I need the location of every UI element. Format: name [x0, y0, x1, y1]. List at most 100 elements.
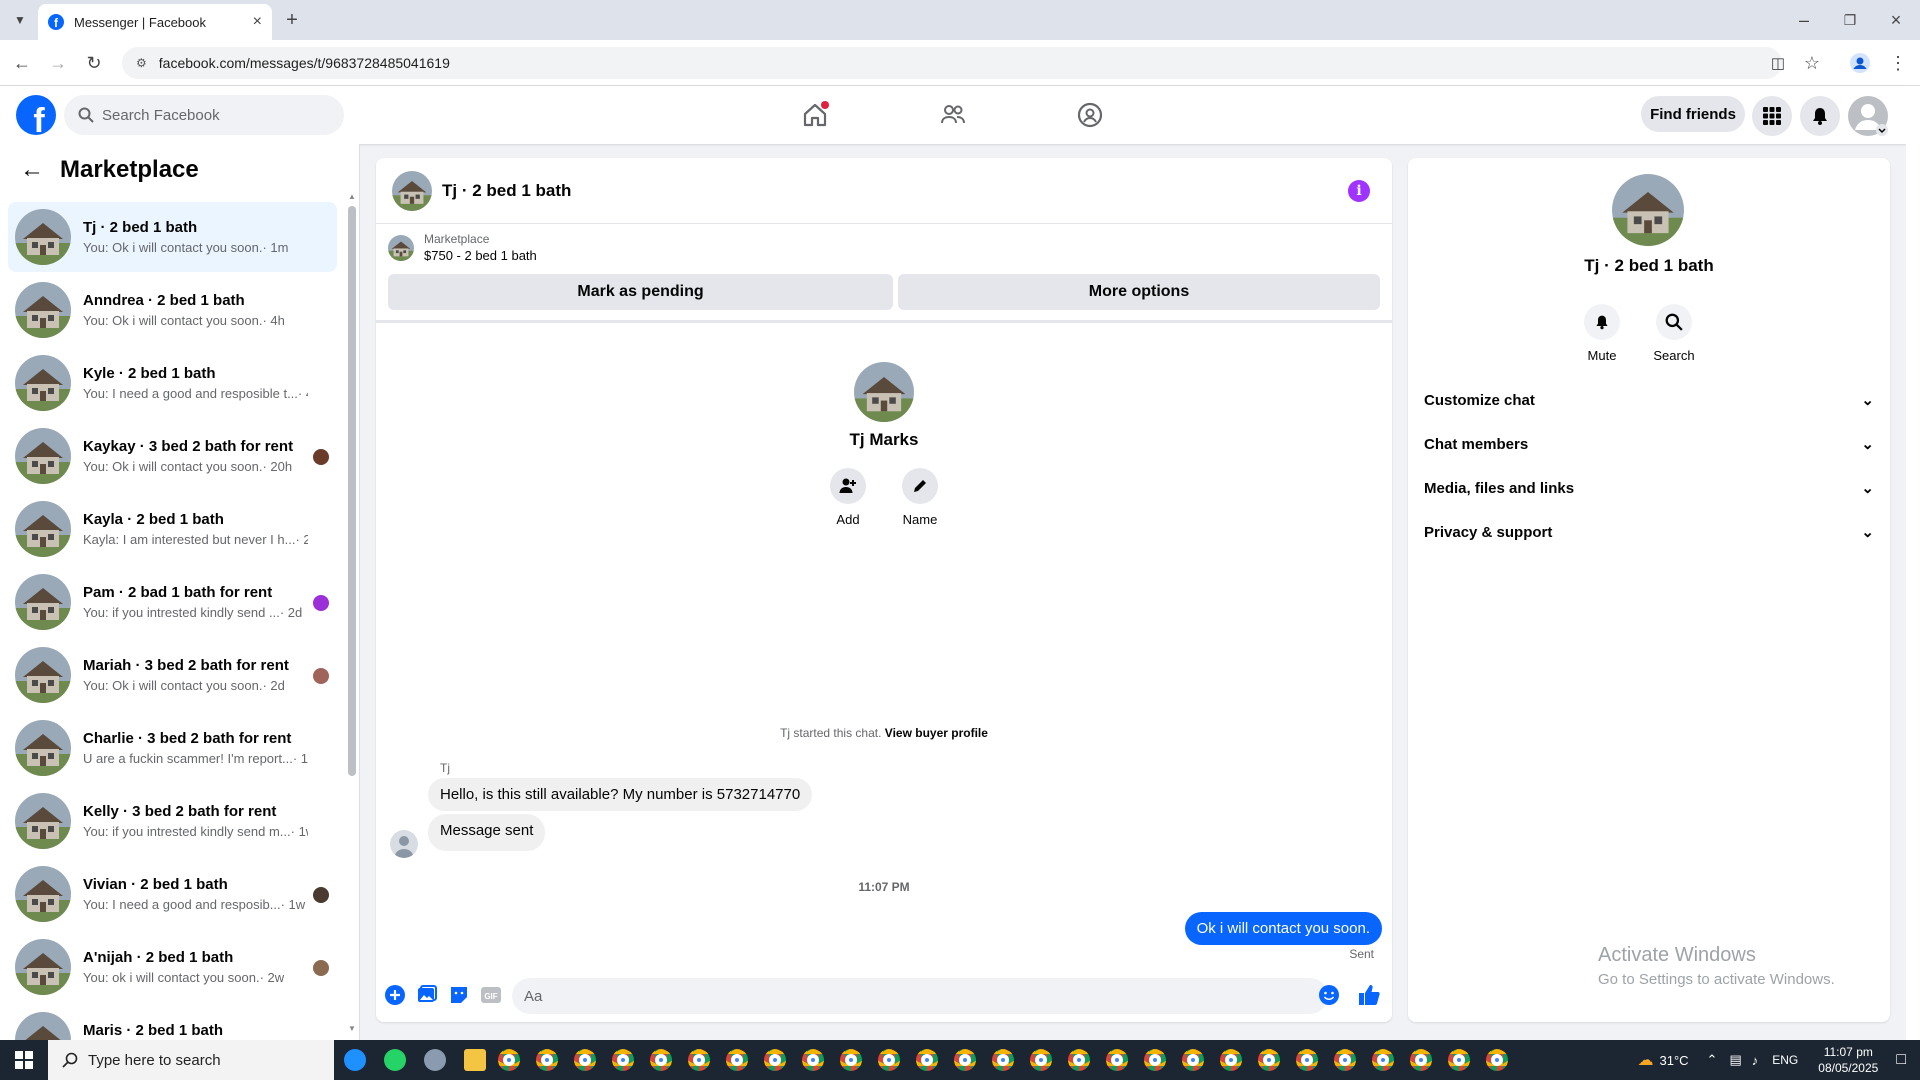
chrome-window-icon[interactable] [1448, 1049, 1470, 1071]
media-files-links-section[interactable]: Media, files and links ⌄ [1424, 468, 1874, 508]
listing-summary[interactable]: Marketplace $750 - 2 bed 1 bath [388, 232, 537, 263]
conversation-item[interactable]: Maris · 2 bed 1 bathMaris: ok thank· 2w [8, 1005, 337, 1040]
volume-icon[interactable]: ♪ [1752, 1053, 1759, 1068]
message-input[interactable]: Aa [512, 978, 1328, 1014]
chrome-window-icon[interactable] [1068, 1049, 1090, 1071]
notification-center-icon[interactable]: □ [1896, 1051, 1906, 1069]
notifications-bell-icon[interactable] [1800, 96, 1840, 136]
tray-chevron-icon[interactable]: ⌃ [1707, 1052, 1718, 1068]
url-field[interactable]: ⚙ facebook.com/messages/t/96837284850416… [122, 47, 1782, 79]
name-button[interactable]: Name [890, 468, 950, 527]
profile-icon[interactable] [1846, 49, 1874, 77]
profile-avatar[interactable] [854, 362, 914, 422]
conversation-item[interactable]: Mariah · 3 bed 2 bath for rent You: Ok i … [8, 640, 337, 710]
chrome-window-icon[interactable] [612, 1049, 634, 1071]
conversation-item[interactable]: Kayla · 2 bed 1 bath Kayla: I am interest… [8, 494, 337, 564]
back-icon[interactable]: ← [8, 49, 36, 77]
add-button[interactable]: Add [818, 468, 878, 527]
outgoing-message[interactable]: Ok i will contact you soon. [1184, 912, 1382, 945]
conversation-item[interactable]: A'nijah · 2 bed 1 bath You: ok i will con… [8, 932, 337, 1002]
scroll-up-icon[interactable]: ▲ [348, 192, 356, 201]
conversation-item[interactable]: Kaykay · 3 bed 2 bath for rent You: Ok i … [8, 421, 337, 491]
conversation-item[interactable]: Tj · 2 bed 1 bath You: Ok i will contact … [8, 202, 337, 272]
chat-header-avatar[interactable] [392, 170, 432, 211]
emoji-icon[interactable] [1318, 984, 1340, 1006]
minimize-icon[interactable]: – [1790, 6, 1818, 34]
mark-as-pending-button[interactable]: Mark as pending [388, 274, 893, 310]
chrome-window-icon[interactable] [726, 1049, 748, 1071]
chrome-window-icon[interactable] [574, 1049, 596, 1071]
chrome-window-icon[interactable] [1334, 1049, 1356, 1071]
edge-icon[interactable] [344, 1049, 366, 1071]
chrome-window-icon[interactable] [650, 1049, 672, 1071]
chrome-window-icon[interactable] [878, 1049, 900, 1071]
home-icon[interactable] [798, 98, 832, 132]
facebook-logo-icon[interactable]: f [16, 95, 56, 135]
language-indicator[interactable]: ENG [1772, 1053, 1798, 1067]
browser-tab[interactable]: f Messenger | Facebook × [38, 4, 272, 40]
chrome-window-icon[interactable] [1030, 1049, 1052, 1071]
chrome-window-icon[interactable] [1220, 1049, 1242, 1071]
customize-chat-section[interactable]: Customize chat ⌄ [1424, 380, 1874, 420]
sidebar-scrollbar[interactable] [348, 206, 356, 776]
site-info-icon[interactable]: ⚙ [136, 56, 147, 70]
friends-icon[interactable] [936, 98, 970, 132]
clock[interactable]: 11:07 pm 08/05/2025 [1818, 1044, 1878, 1076]
weather-icon[interactable]: ☁ [1638, 1050, 1654, 1070]
chat-title[interactable]: Tj · 2 bed 1 bath [442, 181, 571, 201]
more-options-button[interactable]: More options [898, 274, 1380, 310]
back-arrow-icon[interactable]: ← [20, 156, 44, 184]
chrome-window-icon[interactable] [1486, 1049, 1508, 1071]
chrome-window-icon[interactable] [498, 1049, 520, 1071]
groups-icon[interactable] [1073, 98, 1107, 132]
network-icon[interactable]: ▤ [1729, 1052, 1741, 1068]
conversation-item[interactable]: Vivian · 2 bed 1 bath You: I need a good … [8, 859, 337, 929]
like-thumb-icon[interactable] [1358, 984, 1380, 1006]
windows-start-icon[interactable] [0, 1040, 48, 1080]
restore-icon[interactable]: ❐ [1836, 6, 1864, 34]
page-scrollbar[interactable] [1906, 86, 1920, 1040]
mute-button[interactable]: Mute [1570, 304, 1634, 363]
new-tab-icon[interactable]: + [278, 6, 306, 34]
reload-icon[interactable]: ↻ [80, 49, 108, 77]
info-panel-avatar[interactable] [1612, 174, 1684, 246]
chrome-window-icon[interactable] [1410, 1049, 1432, 1071]
account-avatar[interactable] [1848, 96, 1888, 136]
temperature[interactable]: 31°C [1660, 1053, 1689, 1068]
tab-list-chevron-icon[interactable]: ▼ [6, 6, 34, 34]
close-window-icon[interactable]: × [1882, 6, 1910, 34]
info-icon[interactable]: i [1348, 180, 1370, 202]
chrome-window-icon[interactable] [954, 1049, 976, 1071]
menu-grid-icon[interactable] [1752, 96, 1792, 136]
gif-icon[interactable]: GIF [480, 984, 502, 1006]
chrome-window-icon[interactable] [1106, 1049, 1128, 1071]
chrome-window-icon[interactable] [1372, 1049, 1394, 1071]
view-buyer-profile-link[interactable]: View buyer profile [885, 726, 988, 740]
conversation-item[interactable]: Kyle · 2 bed 1 bath You: I need a good an… [8, 348, 337, 418]
find-friends-button[interactable]: Find friends [1641, 96, 1745, 132]
scroll-down-icon[interactable]: ▼ [348, 1024, 356, 1033]
file-explorer-icon[interactable] [464, 1049, 486, 1071]
chrome-window-icon[interactable] [1182, 1049, 1204, 1071]
chrome-window-icon[interactable] [1144, 1049, 1166, 1071]
sticker-icon[interactable] [448, 984, 470, 1006]
app-icon[interactable] [424, 1049, 446, 1071]
conversation-item[interactable]: Kelly · 3 bed 2 bath for rent You: if you… [8, 786, 337, 856]
conversation-item[interactable]: Charlie · 3 bed 2 bath for rent U are a f… [8, 713, 337, 783]
photo-icon[interactable] [416, 984, 438, 1006]
chrome-window-icon[interactable] [764, 1049, 786, 1071]
chrome-window-icon[interactable] [536, 1049, 558, 1071]
close-tab-icon[interactable]: × [253, 13, 262, 31]
chrome-window-icon[interactable] [1258, 1049, 1280, 1071]
incoming-message[interactable]: Message sent [428, 814, 546, 851]
conversation-item[interactable]: Pam · 2 bad 1 bath for rent You: if you i… [8, 567, 337, 637]
privacy-support-section[interactable]: Privacy & support ⌄ [1424, 512, 1874, 552]
sender-avatar[interactable] [390, 830, 418, 858]
chrome-window-icon[interactable] [840, 1049, 862, 1071]
browser-menu-icon[interactable]: ⋮ [1884, 49, 1912, 77]
whatsapp-icon[interactable] [384, 1049, 406, 1071]
incoming-message[interactable]: Hello, is this still available? My numbe… [428, 778, 813, 811]
facebook-search-input[interactable]: Search Facebook [64, 95, 344, 135]
taskbar-search-input[interactable]: Type here to search [48, 1040, 334, 1080]
chrome-window-icon[interactable] [802, 1049, 824, 1071]
